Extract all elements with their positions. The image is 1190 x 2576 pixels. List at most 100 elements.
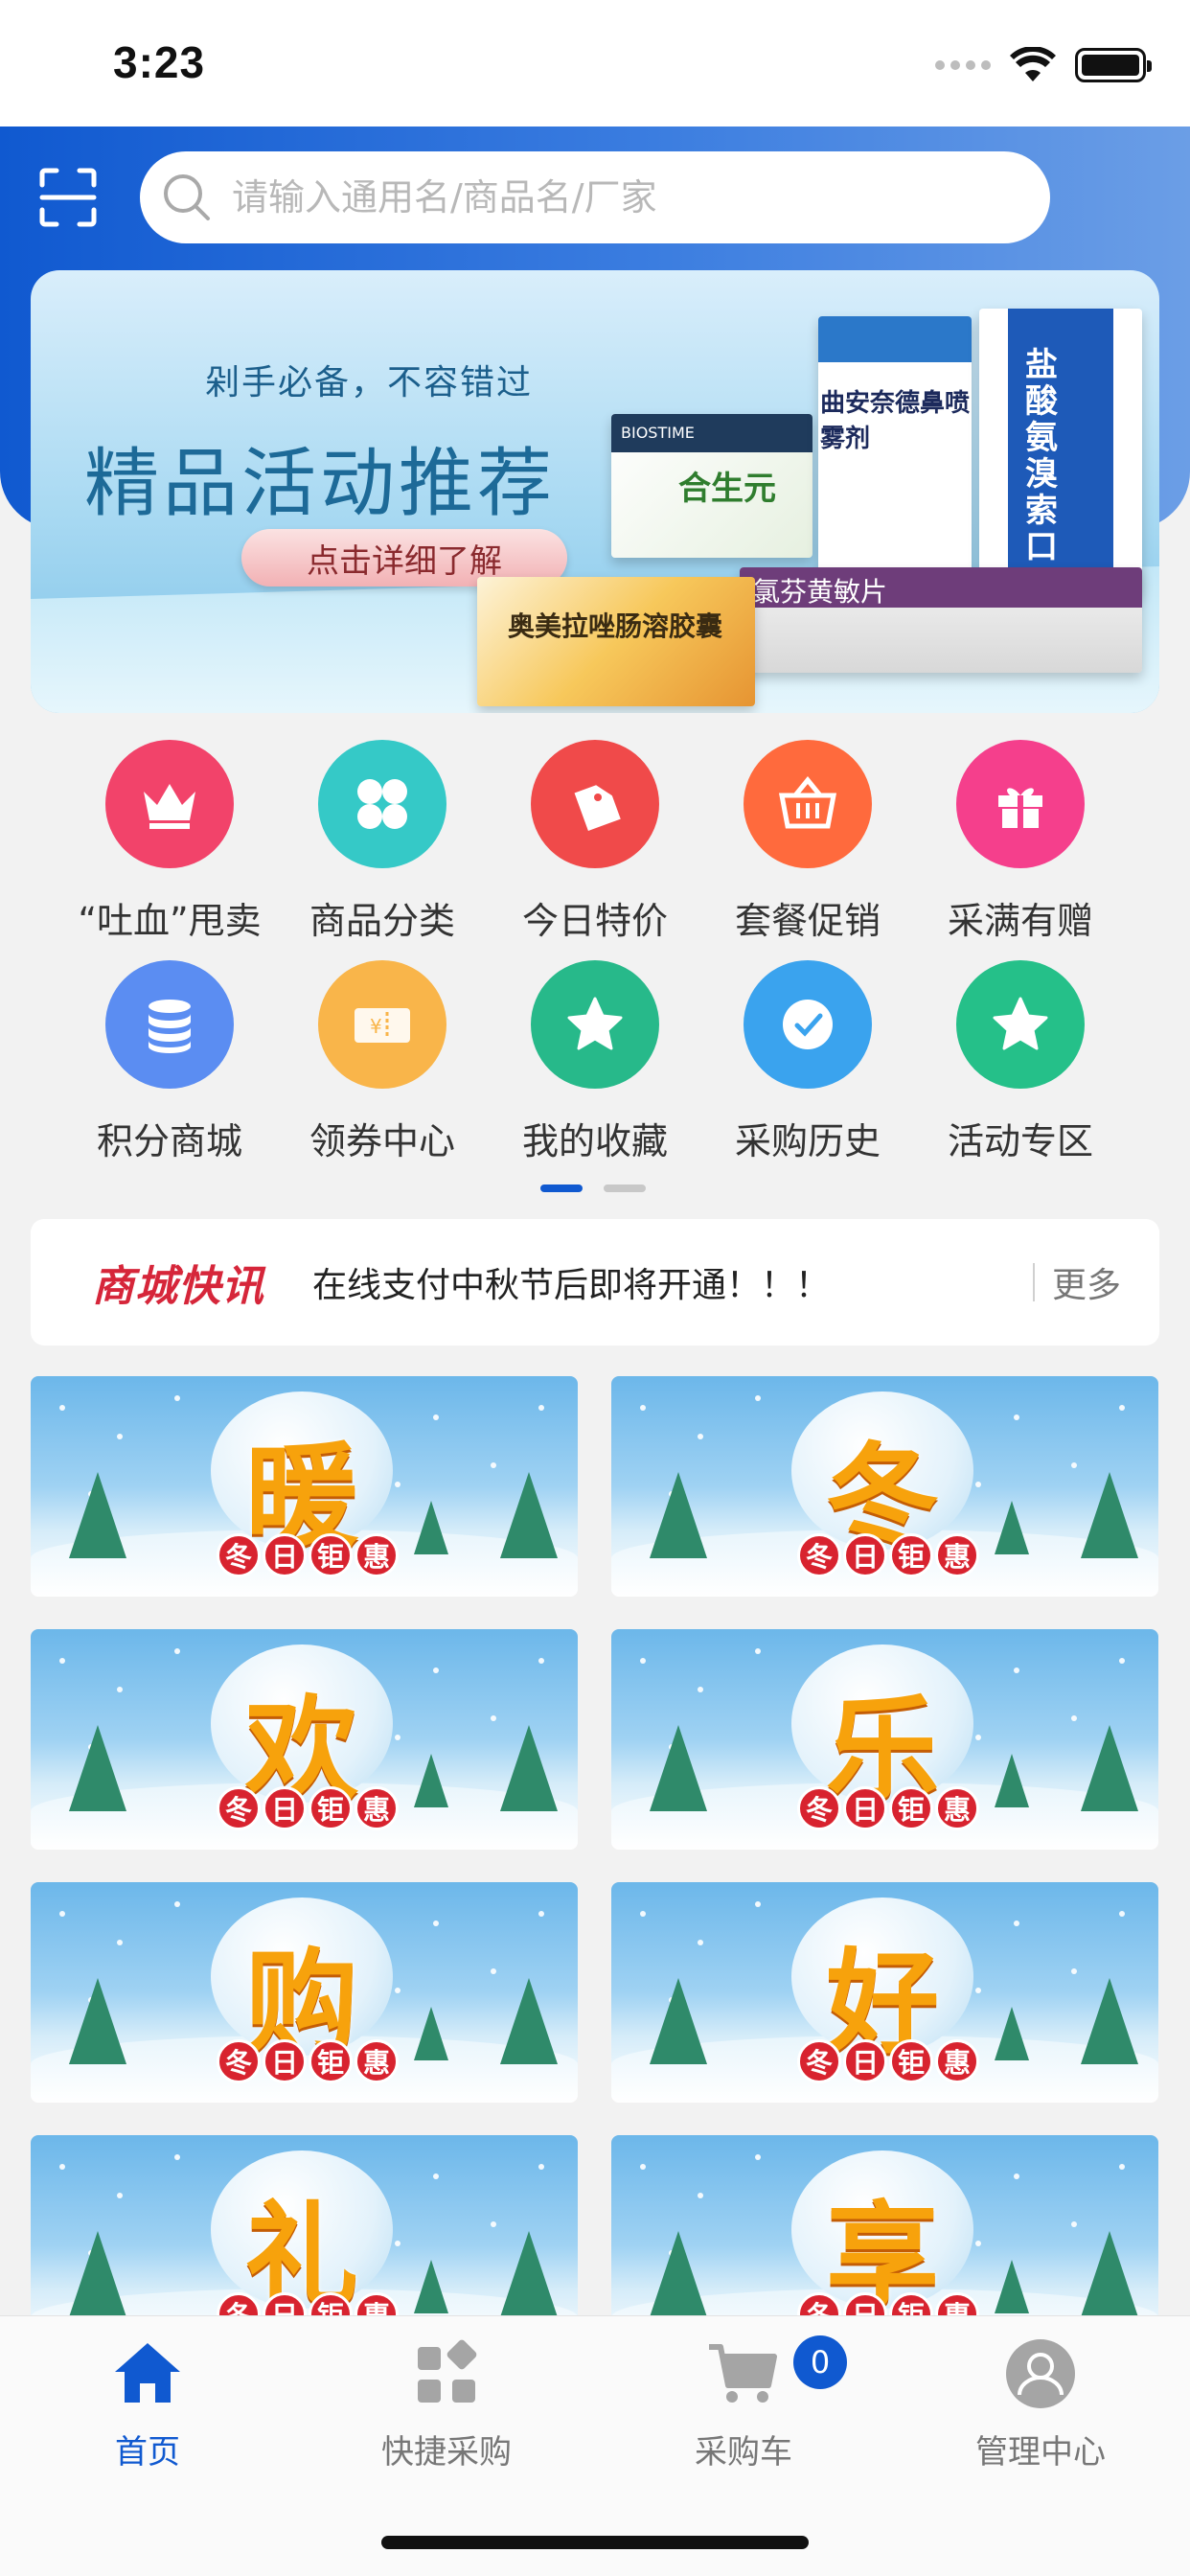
grid-label: 我的收藏 (521, 1120, 668, 1162)
home-icon (115, 2343, 180, 2403)
promo-tag-char: 日 (263, 2039, 307, 2083)
promo-tag-char: 钜 (309, 1533, 353, 1577)
home-indicator (381, 2536, 809, 2549)
promo-tag-char: 惠 (935, 2039, 979, 2083)
promo-tag-char: 冬 (217, 1533, 261, 1577)
grid-item-history[interactable]: 采购历史 (701, 960, 914, 1164)
battery-icon (1075, 48, 1152, 82)
promo-tag-char: 日 (263, 1533, 307, 1577)
svg-text:¥: ¥ (370, 1015, 382, 1038)
grid-item-coupons[interactable]: ¥ 领券中心 (276, 960, 489, 1164)
grid-item-bundles[interactable]: 套餐促销 (701, 740, 914, 944)
promo-tag-char: 日 (843, 2039, 887, 2083)
grid-label: 套餐促销 (734, 900, 881, 942)
promo-tag-char: 冬 (217, 2039, 261, 2083)
wifi-icon (1010, 47, 1056, 81)
news-logo: 商城快讯 (92, 1262, 264, 1311)
database-icon (105, 960, 234, 1089)
promo-tag-char: 钜 (889, 1533, 933, 1577)
promo-tag-char: 冬 (797, 1533, 841, 1577)
promo-banner[interactable]: 剁手必备，不容错过 精品活动推荐 点击详细了解 BIOSTIME 合生元 曲安奈… (31, 270, 1159, 713)
quick-buy-icon (418, 2339, 477, 2403)
grid-label: 商品分类 (309, 900, 455, 942)
promo-tag-char: 惠 (355, 1533, 399, 1577)
grid-label: 采购历史 (734, 1120, 881, 1162)
promo-tile[interactable]: 暖冬日钜惠 (31, 1376, 578, 1597)
scan-icon[interactable] (38, 168, 98, 227)
promo-tag-char: 钜 (309, 1786, 353, 1830)
nav-label: 首页 (115, 2433, 180, 2472)
product-box-ambroxol: 盐酸氨溴索口服溶液 (979, 309, 1142, 596)
promo-tile[interactable]: 购冬日钜惠 (31, 1882, 578, 2103)
status-bar: 3:23 (0, 0, 1190, 126)
nav-quick-buy[interactable]: 快捷采购 (341, 2335, 552, 2472)
promo-tag-char: 日 (263, 1786, 307, 1830)
basket-icon (744, 740, 872, 868)
signal-icon (935, 60, 991, 70)
nav-label: 快捷采购 (381, 2433, 512, 2472)
clover-icon (318, 740, 446, 868)
grid-label: 今日特价 (521, 900, 668, 942)
promo-tag-char: 钜 (889, 2039, 933, 2083)
promo-tile[interactable]: 好冬日钜惠 (611, 1882, 1158, 2103)
search-input[interactable] (232, 176, 1018, 218)
grid-item-gift[interactable]: 采满有赠 (914, 740, 1127, 944)
promo-tile[interactable]: 冬冬日钜惠 (611, 1376, 1158, 1597)
coupon-icon: ¥ (318, 960, 446, 1089)
clock-icon (744, 960, 872, 1089)
promo-tile[interactable]: 欢冬日钜惠 (31, 1629, 578, 1850)
news-divider (1032, 1263, 1035, 1301)
promo-tag: 冬日钜惠 (797, 2039, 979, 2083)
promo-tile[interactable]: 乐冬日钜惠 (611, 1629, 1158, 1850)
promo-tag: 冬日钜惠 (797, 1533, 979, 1577)
pager-dot[interactable] (604, 1184, 646, 1192)
promo-tag-char: 日 (843, 1786, 887, 1830)
grid-item-favorites[interactable]: 我的收藏 (489, 960, 701, 1164)
status-time: 3:23 (113, 37, 206, 87)
pager-dot-active[interactable] (540, 1184, 583, 1192)
product-box-tablets: 氯芬黄敏片 (740, 567, 1142, 673)
user-icon (1006, 2339, 1075, 2408)
promo-tag: 冬日钜惠 (217, 2039, 399, 2083)
cart-badge: 0 (793, 2335, 847, 2389)
promo-tag-char: 冬 (217, 1786, 261, 1830)
promo-tag: 冬日钜惠 (217, 1533, 399, 1577)
product-box-capsules: 奥美拉唑肠溶胶囊 (477, 577, 755, 706)
product-box-nasal-spray: 曲安奈德鼻喷雾剂 (818, 316, 972, 594)
crown-icon (105, 740, 234, 868)
promo-tag-char: 冬 (797, 1786, 841, 1830)
promo-tag-char: 惠 (935, 1786, 979, 1830)
grid-item-points-mall[interactable]: 积分商城 (63, 960, 276, 1164)
nav-label: 采购车 (695, 2433, 792, 2472)
nav-label: 管理中心 (975, 2433, 1106, 2472)
grid-item-daily-deals[interactable]: 今日特价 (489, 740, 701, 944)
promo-tag-char: 惠 (355, 2039, 399, 2083)
price-tag-icon (531, 740, 659, 868)
grid-item-categories[interactable]: 商品分类 (276, 740, 489, 944)
status-icons (935, 46, 1152, 84)
promo-tag-char: 钜 (889, 1786, 933, 1830)
grid-label: “吐血”甩卖 (78, 900, 262, 942)
promo-tag: 冬日钜惠 (217, 1786, 399, 1830)
nav-management[interactable]: 管理中心 (935, 2335, 1146, 2472)
grid-pager (540, 1184, 646, 1192)
news-bar[interactable]: 商城快讯 在线支付中秋节后即将开通！！！ 更多 (31, 1219, 1159, 1346)
star-icon (956, 960, 1085, 1089)
product-box-probiotic: BIOSTIME 合生元 (611, 414, 812, 558)
promo-tag: 冬日钜惠 (797, 1786, 979, 1830)
star-icon (531, 960, 659, 1089)
cart-icon (709, 2344, 777, 2403)
grid-item-activity-zone[interactable]: 活动专区 (914, 960, 1127, 1164)
promo-tag-char: 惠 (355, 1786, 399, 1830)
news-text[interactable]: 在线支付中秋节后即将开通！！！ (312, 1257, 1033, 1307)
grid-item-clearance[interactable]: “吐血”甩卖 (63, 740, 276, 944)
nav-home[interactable]: 首页 (42, 2335, 253, 2472)
search-icon (164, 174, 210, 220)
promo-tag-char: 冬 (797, 2039, 841, 2083)
promo-tag-char: 钜 (309, 2039, 353, 2083)
gift-icon (956, 740, 1085, 868)
search-bar[interactable] (140, 151, 1050, 243)
news-more-link[interactable]: 更多 (1052, 1257, 1121, 1307)
banner-subtitle: 剁手必备，不容错过 (205, 363, 534, 402)
banner-title: 精品活动推荐 (84, 441, 557, 527)
